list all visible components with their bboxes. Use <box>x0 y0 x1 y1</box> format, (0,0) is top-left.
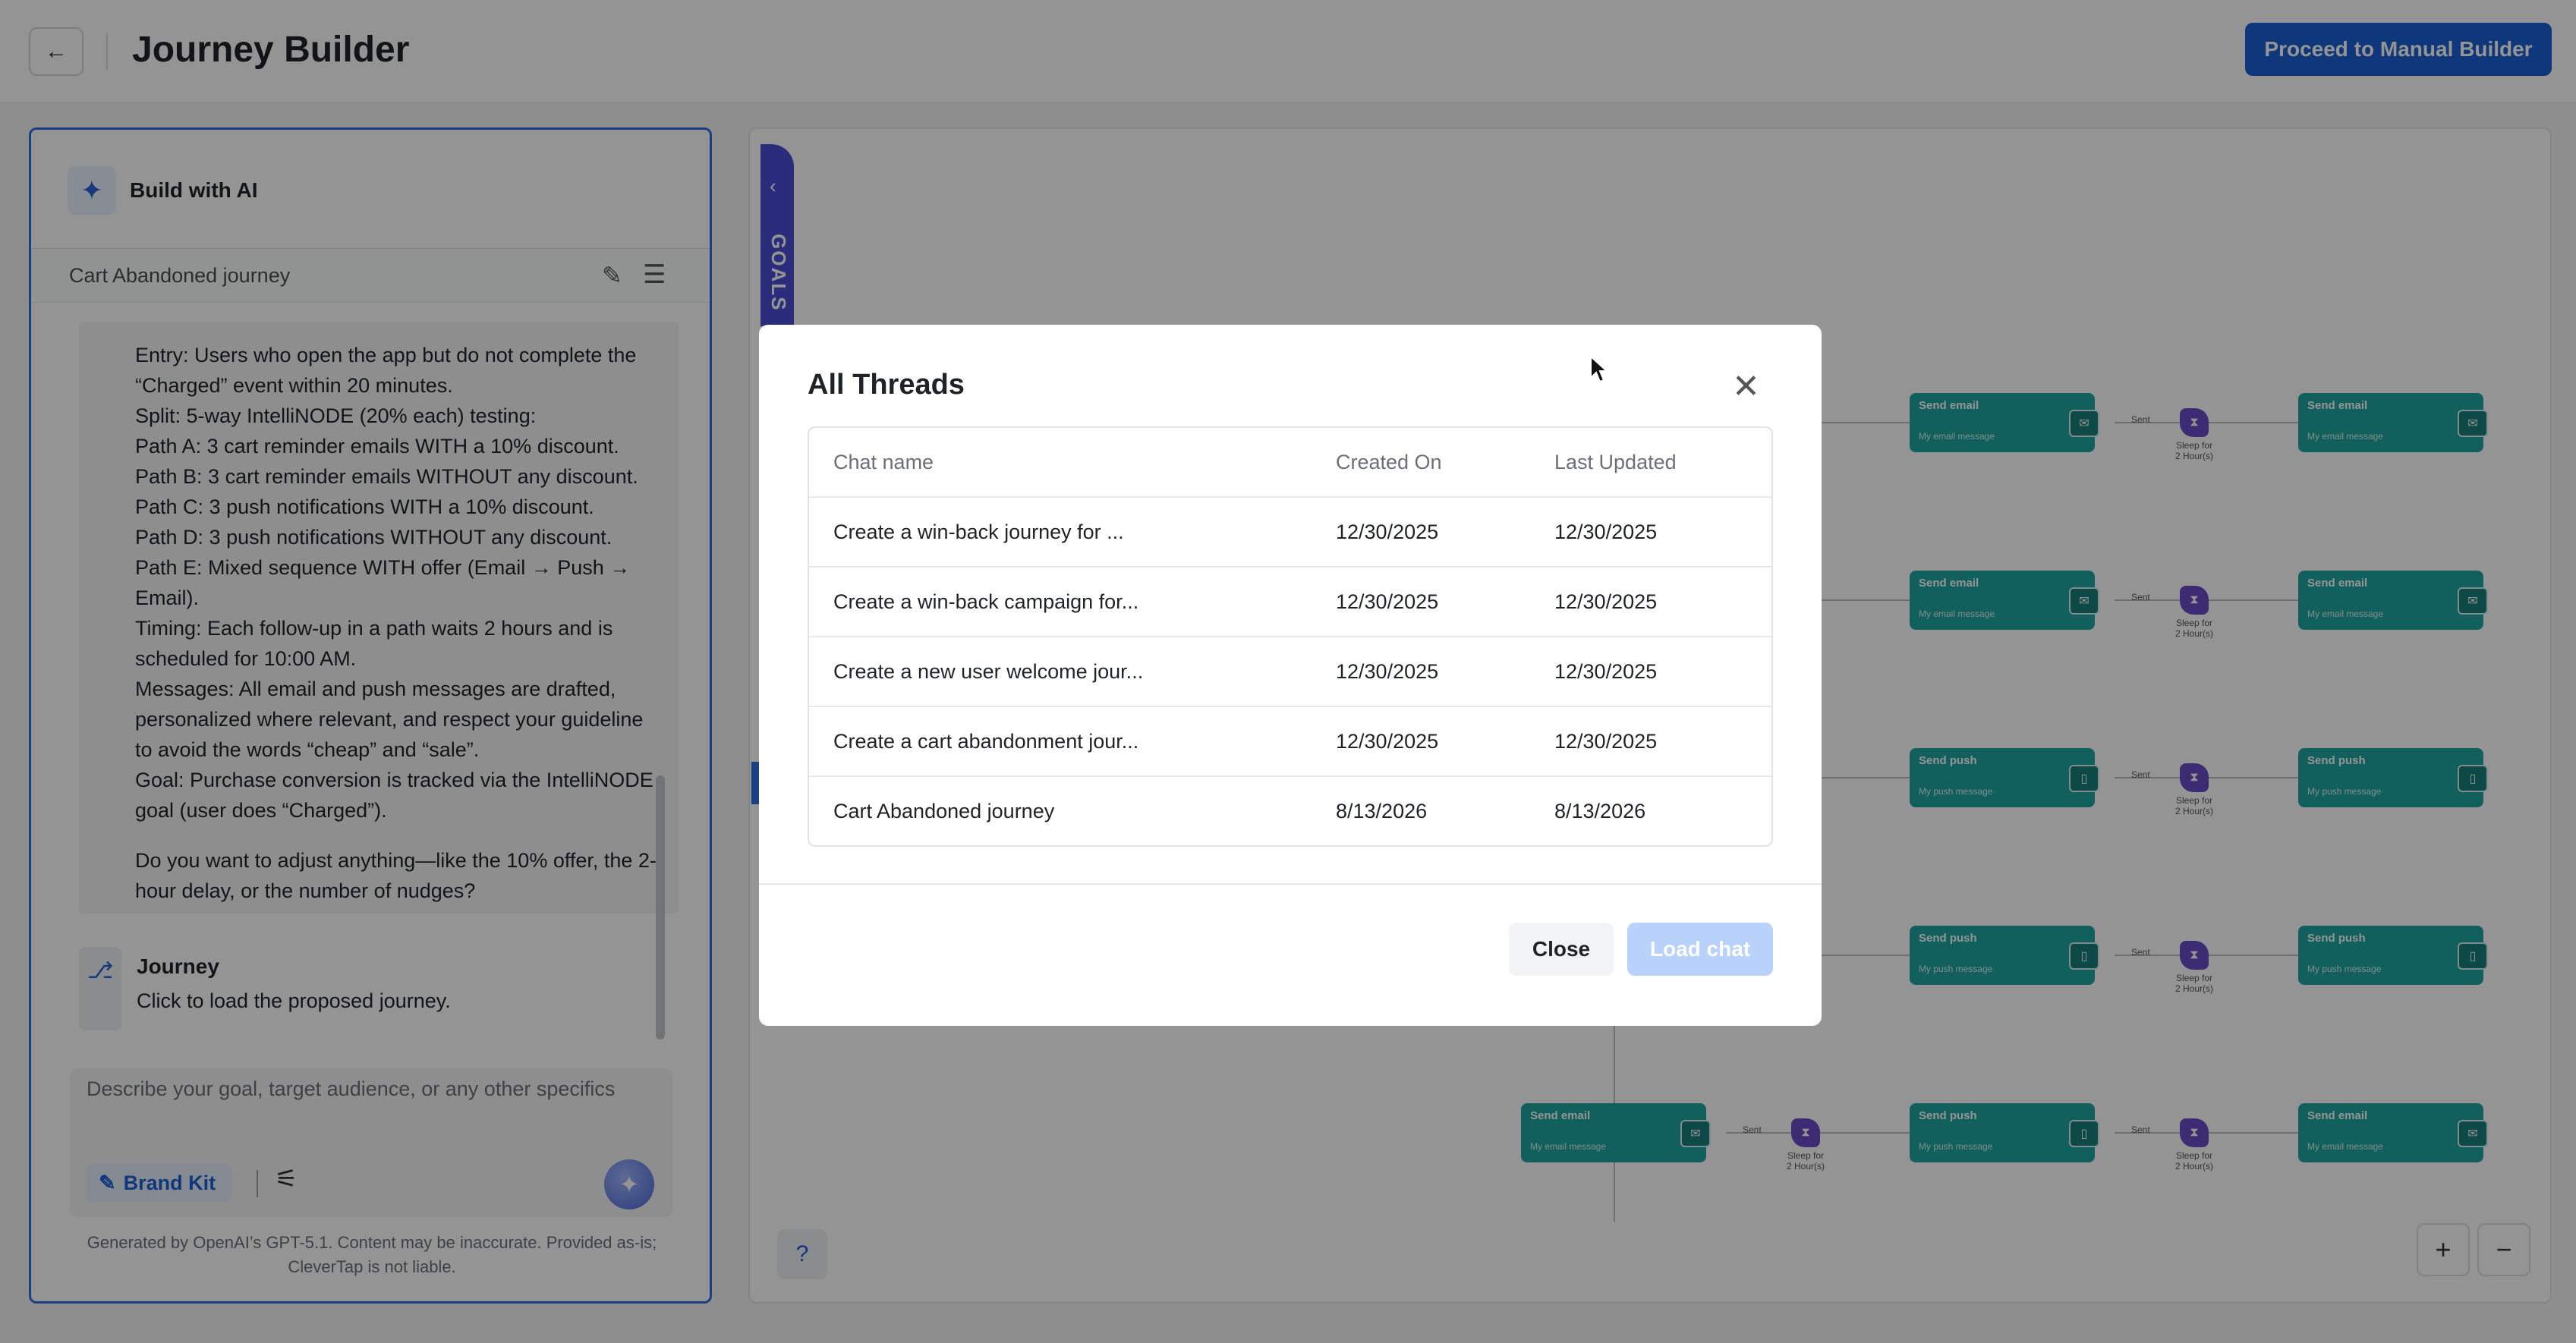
close-icon[interactable]: ✕ <box>1732 370 1760 404</box>
last-updated-cell: 12/30/2025 <box>1554 660 1658 683</box>
all-threads-modal: All Threads ✕ Chat name Created On Last … <box>759 325 1822 1026</box>
close-button[interactable]: Close <box>1509 923 1614 976</box>
table-header-row: Chat name Created On Last Updated <box>809 428 1771 498</box>
last-updated-cell: 8/13/2026 <box>1554 800 1646 822</box>
thread-name-cell: Create a win-back journey for ... <box>833 521 1124 543</box>
thread-name-cell: Cart Abandoned journey <box>833 800 1055 822</box>
table-row[interactable]: Cart Abandoned journey 8/13/2026 8/13/20… <box>809 777 1771 845</box>
modal-footer-divider <box>759 883 1822 885</box>
mouse-cursor <box>1590 355 1609 383</box>
last-updated-cell: 12/30/2025 <box>1554 730 1658 753</box>
table-row[interactable]: Create a win-back campaign for... 12/30/… <box>809 568 1771 637</box>
table-row[interactable]: Create a new user welcome jour... 12/30/… <box>809 637 1771 707</box>
created-on-cell: 12/30/2025 <box>1336 590 1439 613</box>
column-header-chat-name: Chat name <box>833 451 934 473</box>
load-chat-button[interactable]: Load chat <box>1627 923 1773 976</box>
created-on-cell: 12/30/2025 <box>1336 660 1439 683</box>
modal-title: All Threads <box>808 369 965 401</box>
thread-name-cell: Create a win-back campaign for... <box>833 590 1139 613</box>
created-on-cell: 12/30/2025 <box>1336 730 1439 753</box>
thread-name-cell: Create a cart abandonment jour... <box>833 730 1139 753</box>
table-row[interactable]: Create a cart abandonment jour... 12/30/… <box>809 707 1771 777</box>
last-updated-cell: 12/30/2025 <box>1554 521 1658 543</box>
created-on-cell: 8/13/2026 <box>1336 800 1428 822</box>
column-header-created-on: Created On <box>1336 451 1442 473</box>
created-on-cell: 12/30/2025 <box>1336 521 1439 543</box>
table-row[interactable]: Create a win-back journey for ... 12/30/… <box>809 498 1771 568</box>
threads-table: Chat name Created On Last Updated Create… <box>808 426 1773 847</box>
last-updated-cell: 12/30/2025 <box>1554 590 1658 613</box>
thread-name-cell: Create a new user welcome jour... <box>833 660 1144 683</box>
column-header-last-updated: Last Updated <box>1554 451 1677 473</box>
